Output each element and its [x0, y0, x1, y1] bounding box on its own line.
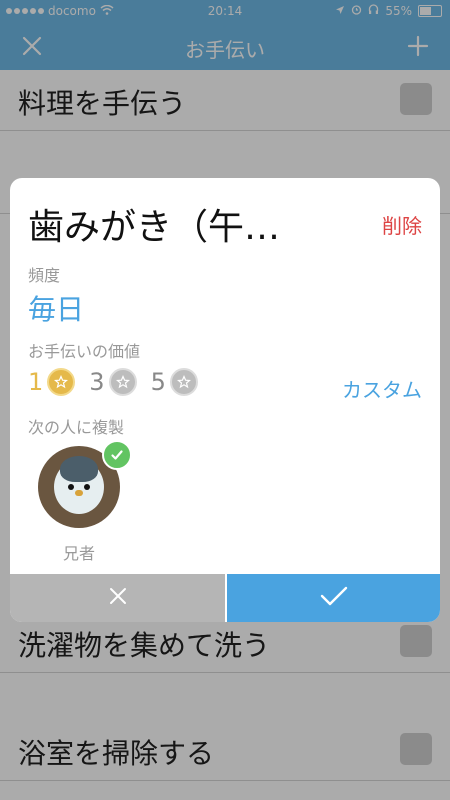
- frequency-value[interactable]: 毎日: [28, 288, 84, 328]
- chore-edit-modal: 歯みがき（午… 削除 頻度 毎日 お手伝いの価値 1 3 5 カスタム 次の人に…: [10, 178, 440, 622]
- checkmark-icon: [102, 440, 132, 470]
- checkmark-icon: [319, 584, 349, 612]
- frequency-label: 頻度: [28, 266, 61, 285]
- delete-button[interactable]: 削除: [382, 210, 422, 239]
- gold-coin-icon: [47, 368, 76, 396]
- cancel-button[interactable]: [10, 574, 225, 622]
- close-icon: [106, 584, 130, 612]
- value-option[interactable]: 3: [89, 368, 137, 396]
- value-number: 3: [89, 368, 105, 396]
- silver-coin-icon: [108, 368, 137, 396]
- value-options: 1 3 5: [28, 368, 198, 396]
- modal-actions: [10, 574, 440, 622]
- value-number: 5: [150, 368, 166, 396]
- silver-coin-icon: [169, 368, 198, 396]
- member-name: 兄者: [62, 544, 95, 563]
- value-number: 1: [28, 368, 44, 396]
- custom-value-button[interactable]: カスタム: [342, 374, 422, 403]
- value-option[interactable]: 1: [28, 368, 76, 396]
- chore-title[interactable]: 歯みがき（午…: [28, 198, 358, 250]
- value-label: お手伝いの価値: [28, 342, 141, 361]
- value-option[interactable]: 5: [151, 368, 198, 396]
- confirm-button[interactable]: [225, 574, 440, 622]
- copy-to-label: 次の人に複製: [28, 418, 125, 437]
- member-selector[interactable]: 兄者: [38, 440, 132, 563]
